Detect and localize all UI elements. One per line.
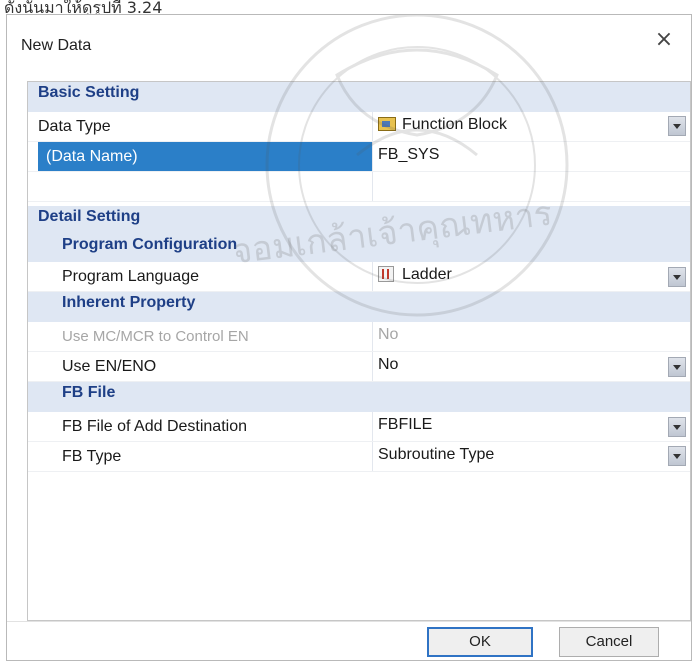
property-value-use-en-eno[interactable]: No (378, 356, 398, 374)
property-name: FB File of Add Destination (62, 418, 247, 435)
property-row-data-name[interactable]: (Data Name) FB_SYS (28, 142, 690, 172)
column-divider (372, 322, 373, 351)
section-basic-setting[interactable]: Basic Setting (28, 82, 690, 112)
property-row-program-language[interactable]: Program Language Ladder (28, 262, 690, 292)
dropdown-arrow-icon[interactable] (668, 116, 686, 136)
property-grid: Basic Setting Data Type Function Block (… (27, 81, 691, 621)
ladder-icon (378, 266, 394, 282)
dropdown-arrow-icon[interactable] (668, 357, 686, 377)
dropdown-arrow-icon[interactable] (668, 267, 686, 287)
property-row-empty (28, 172, 690, 202)
section-fb-file[interactable]: FB File (28, 382, 690, 412)
section-detail-setting[interactable]: Detail Setting (28, 206, 690, 234)
column-divider (372, 412, 373, 441)
property-row-fb-type[interactable]: FB Type Subroutine Type (28, 442, 690, 472)
column-divider (372, 442, 373, 471)
property-name: FB Type (62, 448, 122, 465)
cancel-button[interactable]: Cancel (559, 627, 659, 657)
dropdown-arrow-icon[interactable] (668, 446, 686, 466)
property-name: Use EN/ENO (62, 358, 157, 375)
new-data-dialog: New Data × Basic Setting Data Type Funct… (6, 14, 692, 661)
property-name: (Data Name) (46, 148, 138, 165)
property-name: Use MC/MCR to Control EN (62, 328, 249, 345)
column-divider (372, 112, 373, 141)
dialog-title: New Data (21, 37, 92, 54)
property-name: Program Language (62, 268, 199, 285)
section-program-configuration[interactable]: Program Configuration (28, 234, 690, 262)
property-row-use-mc-mcr: Use MC/MCR to Control EN No (28, 322, 690, 352)
property-value-data-type[interactable]: Function Block (378, 116, 507, 134)
function-block-icon (378, 117, 396, 131)
property-value-program-language[interactable]: Ladder (378, 266, 452, 284)
property-name: Data Type (38, 118, 111, 135)
column-divider (372, 262, 373, 291)
section-inherent-property[interactable]: Inherent Property (28, 292, 690, 322)
section-label: Program Configuration (62, 236, 238, 253)
section-label: Basic Setting (38, 84, 140, 101)
section-label: Inherent Property (62, 294, 196, 311)
property-value-fb-file-destination[interactable]: FBFILE (378, 416, 432, 434)
property-row-fb-file-destination[interactable]: FB File of Add Destination FBFILE (28, 412, 690, 442)
property-value-data-name[interactable]: FB_SYS (378, 146, 439, 164)
dropdown-arrow-icon[interactable] (668, 417, 686, 437)
footer-divider (7, 621, 691, 622)
column-divider (372, 352, 373, 381)
property-row-use-en-eno[interactable]: Use EN/ENO No (28, 352, 690, 382)
section-label: Detail Setting (38, 208, 141, 225)
close-icon[interactable]: × (653, 29, 675, 51)
selected-row-highlight: (Data Name) (38, 142, 372, 171)
ok-button[interactable]: OK (427, 627, 533, 657)
property-row-data-type[interactable]: Data Type Function Block (28, 112, 690, 142)
section-label: FB File (62, 384, 116, 401)
column-divider (372, 142, 373, 171)
property-value-fb-type[interactable]: Subroutine Type (378, 446, 494, 464)
column-divider (372, 172, 373, 201)
property-value-use-mc-mcr: No (378, 326, 399, 343)
